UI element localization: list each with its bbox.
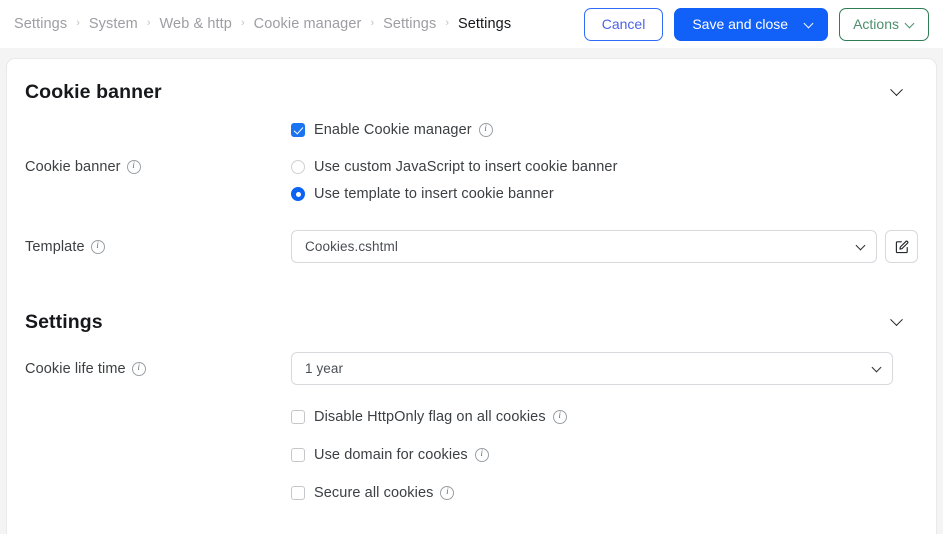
settings-panel: Cookie banner Enable Cookie manager i Co… [6,58,937,534]
label-text-template: Template [25,238,85,255]
checkbox-box[interactable] [291,486,305,500]
row-template: Template i Cookies.cshtml [19,230,924,263]
checkbox-secure-all-cookies[interactable]: Secure all cookies i [291,485,918,501]
cookie-life-time-select[interactable]: 1 year [291,352,893,385]
row-cookie-flags: Disable HttpOnly flag on all cookies i U… [19,409,924,501]
breadcrumb-separator-icon: › [146,17,151,29]
section-header-settings[interactable]: Settings [19,289,924,334]
radio-circle[interactable] [291,187,305,201]
row-enable-cookie-manager: Enable Cookie manager i [19,122,924,138]
info-icon[interactable]: i [552,410,567,424]
row-field-cookie-banner: Use custom JavaScript to insert cookie b… [291,159,918,202]
enable-cookie-manager-label: Enable Cookie manager [314,122,472,138]
checkbox-label-disable-httponly: Disable HttpOnly flag on all cookies [314,409,546,425]
toolbar-divider [0,48,943,58]
info-icon[interactable]: i [478,123,493,137]
edit-template-button[interactable] [885,230,918,263]
breadcrumb-separator-icon: › [370,17,375,29]
label-text-cookie-banner: Cookie banner [25,159,121,175]
info-icon[interactable]: i [126,160,141,174]
enable-cookie-manager-checkbox[interactable]: Enable Cookie manager i [291,122,918,138]
breadcrumb-item-cookie-manager[interactable]: Cookie manager [254,16,362,32]
breadcrumb-item-system[interactable]: System [89,16,138,32]
radio-circle[interactable] [291,160,305,174]
section-title-cookie-banner: Cookie banner [25,81,162,103]
cancel-button[interactable]: Cancel [583,7,664,41]
label-text-cookie-life-time: Cookie life time [25,360,126,377]
template-select-value: Cookies.cshtml [305,239,398,254]
radio-label-use-custom-javascript: Use custom JavaScript to insert cookie b… [314,159,618,175]
checkbox-disable-httponly[interactable]: Disable HttpOnly flag on all cookies i [291,409,918,425]
chevron-down-icon[interactable] [805,20,814,29]
edit-pencil-square-icon [895,240,908,253]
row-field-enable: Enable Cookie manager i [291,122,918,138]
save-and-close-button[interactable]: Save and close [674,7,829,41]
section-title-settings: Settings [25,311,103,333]
toolbar-actions: Cancel Save and close Actions [583,7,929,41]
radio-label-use-template: Use template to insert cookie banner [314,186,554,202]
row-field-cookie-flags: Disable HttpOnly flag on all cookies i U… [291,409,918,501]
radio-use-custom-javascript[interactable]: Use custom JavaScript to insert cookie b… [291,159,918,175]
breadcrumb-item-settings[interactable]: Settings [14,16,67,32]
template-select[interactable]: Cookies.cshtml [291,230,877,263]
breadcrumb-separator-icon: › [445,17,449,29]
chevron-down-icon [906,20,915,29]
row-cookie-banner-mode: Cookie banner i Use custom JavaScript to… [19,159,924,202]
radio-use-template[interactable]: Use template to insert cookie banner [291,186,918,202]
breadcrumb-separator-icon: › [76,17,80,29]
actions-button-label: Actions [853,16,899,32]
chevron-down-icon[interactable] [888,85,904,101]
save-and-close-label: Save and close [692,16,789,32]
chevron-down-icon [855,240,866,250]
info-icon[interactable]: i [90,239,105,254]
breadcrumb-separator-icon: › [240,17,245,29]
breadcrumb-item-current: Settings [457,16,512,32]
checkbox-use-domain-for-cookies[interactable]: Use domain for cookies i [291,447,918,463]
info-icon[interactable]: i [440,486,455,500]
checkbox-label-secure-all-cookies: Secure all cookies [314,485,434,501]
row-label-cookie-life-time: Cookie life time i [25,361,291,377]
actions-button[interactable]: Actions [839,7,929,41]
chevron-down-icon [871,362,882,372]
cancel-button-label: Cancel [601,16,646,32]
info-icon[interactable]: i [131,361,146,376]
row-field-cookie-life-time: 1 year [291,352,918,385]
row-label-cookie-banner: Cookie banner i [25,159,291,175]
chevron-down-icon[interactable] [888,315,904,331]
breadcrumb-item-web-http[interactable]: Web & http [160,16,232,32]
row-label-template: Template i [25,239,291,255]
top-toolbar: Settings › System › Web & http › Cookie … [0,0,943,48]
checkbox-box[interactable] [291,448,305,462]
cookie-life-time-value: 1 year [305,361,344,376]
checkbox-label-use-domain-for-cookies: Use domain for cookies [314,447,468,463]
checkbox-box[interactable] [291,410,305,424]
row-field-template: Cookies.cshtml [291,230,918,263]
info-icon[interactable]: i [474,448,489,462]
breadcrumb: Settings › System › Web & http › Cookie … [14,16,584,32]
checkbox-box[interactable] [291,123,305,137]
section-header-cookie-banner[interactable]: Cookie banner [19,59,924,104]
row-cookie-life-time: Cookie life time i 1 year [19,352,924,385]
breadcrumb-item-settings-2[interactable]: Settings [383,16,436,32]
